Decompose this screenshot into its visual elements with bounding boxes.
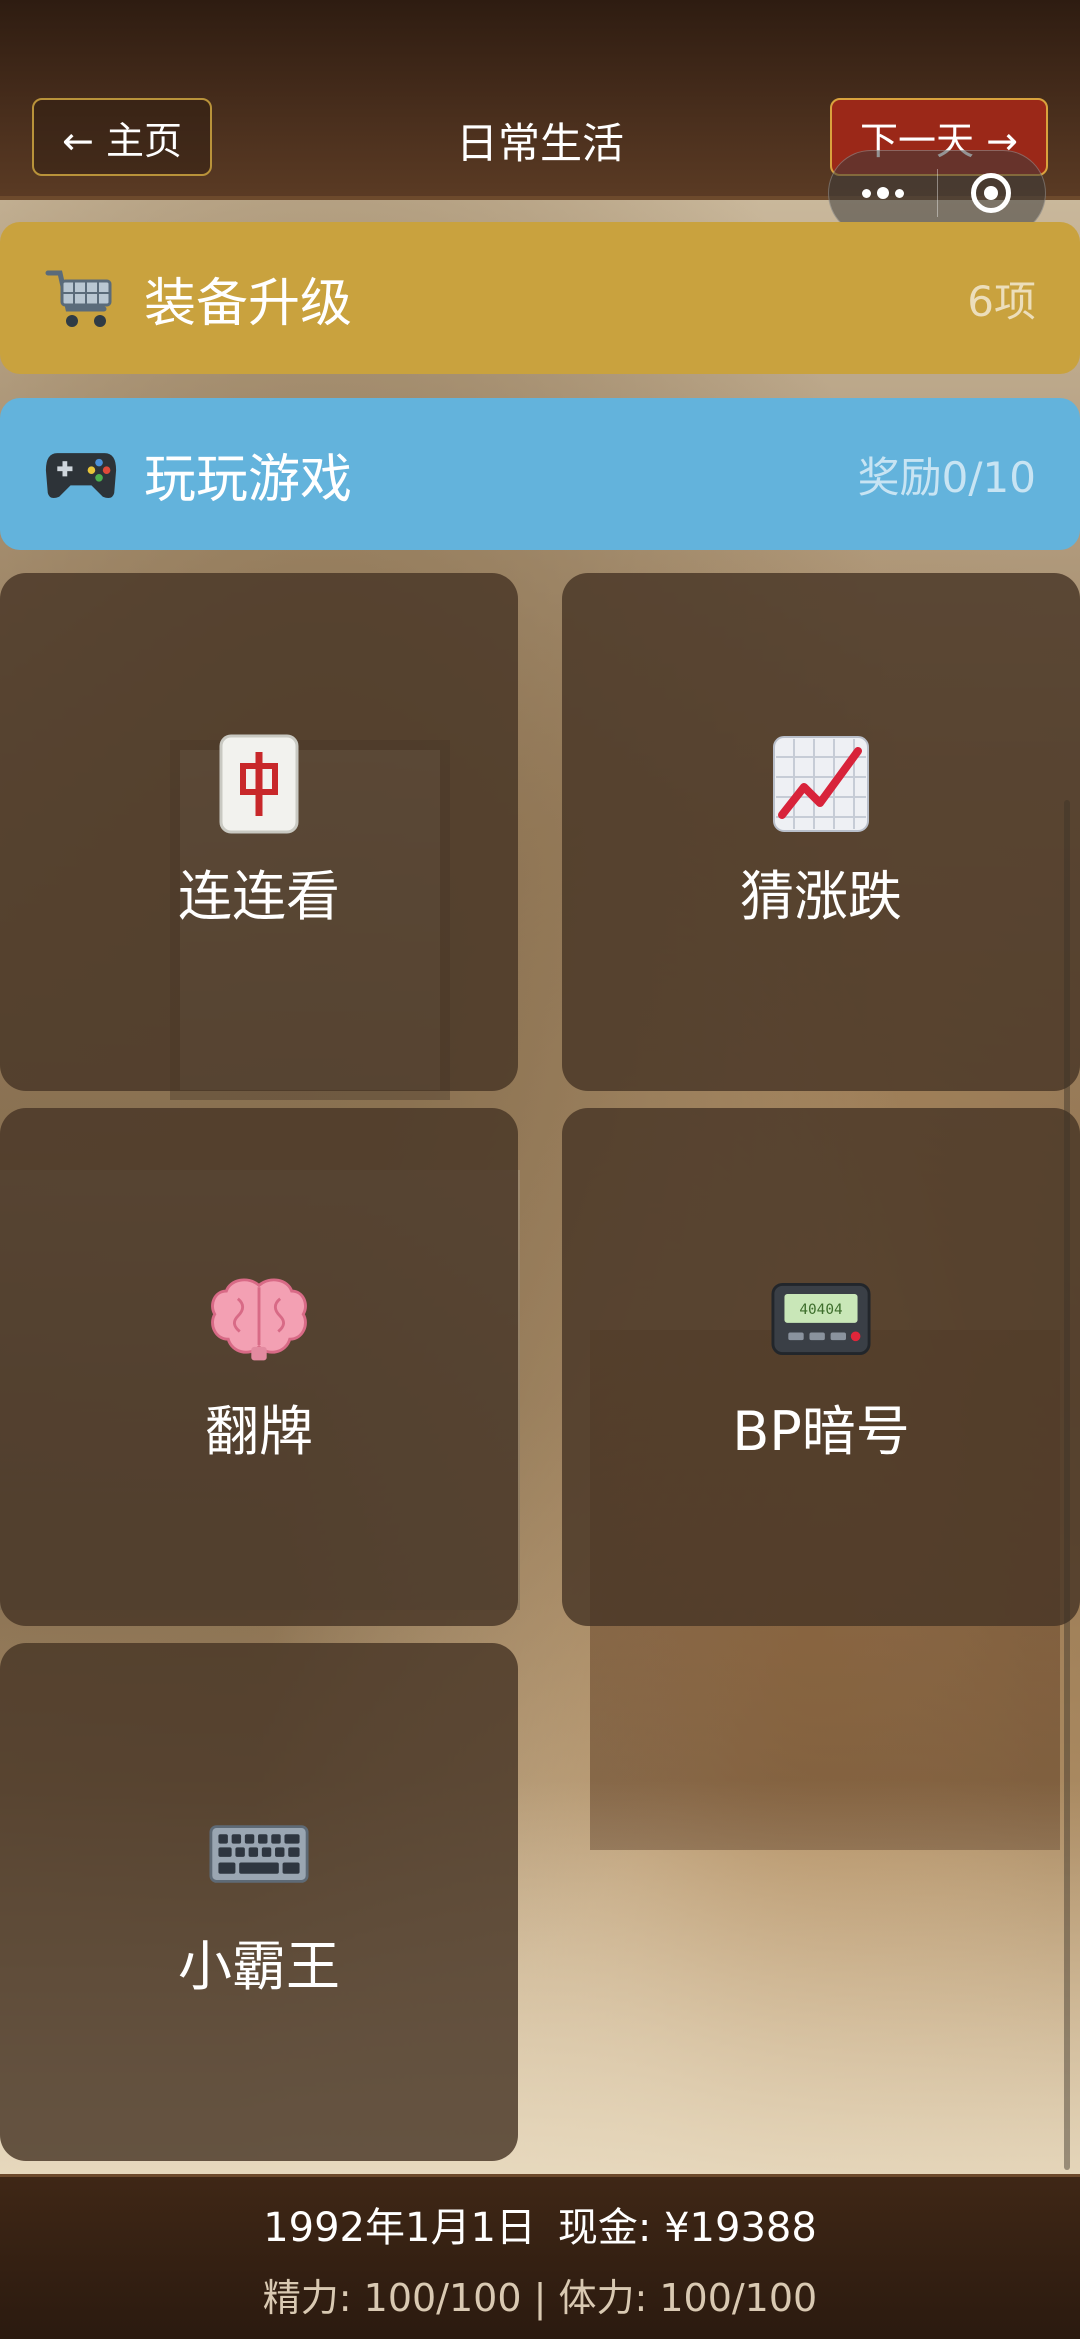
equip-count: 6项 — [967, 276, 1036, 326]
equip-upgrade-banner[interactable]: 装备升级 6项 — [0, 222, 1080, 374]
play-games-label: 玩玩游戏 — [144, 449, 353, 510]
pager-icon: 40404 — [771, 1269, 871, 1369]
current-date: 1992年1月1日 — [263, 2204, 536, 2251]
energy-stamina: 精力: 100/100 | 体力: 100/100 — [262, 2275, 818, 2320]
brain-icon — [209, 1269, 309, 1369]
keyboard-icon — [209, 1804, 309, 1904]
games-reward-progress: 奖励0/10 — [857, 452, 1036, 502]
date-cash-line: 1992年1月1日 现金: ¥19388 — [263, 2195, 817, 2253]
target-icon — [971, 173, 1012, 213]
game-tile-lianliankan[interactable]: 连连看 — [0, 573, 518, 1091]
page-title: 日常生活 — [455, 118, 624, 168]
chart-up-icon — [771, 734, 871, 834]
shopping-cart-icon — [44, 261, 118, 335]
tile-label: 小霸王 — [178, 1934, 340, 1998]
game-tile-bp-code[interactable]: 40404 BP暗号 — [562, 1108, 1080, 1626]
mahjong-tile-icon — [209, 734, 309, 834]
tile-label: 猜涨跌 — [740, 864, 902, 928]
game-tile-flip-cards[interactable]: 翻牌 — [0, 1108, 518, 1626]
gamepad-icon — [44, 437, 118, 511]
game-tile-xiaobawang[interactable]: 小霸王 — [0, 1643, 518, 2161]
tile-label: 翻牌 — [205, 1399, 313, 1463]
cash-amount: 现金: ¥19388 — [557, 2204, 817, 2251]
pager-screen-text: 40404 — [799, 1302, 842, 1318]
equip-upgrade-label: 装备升级 — [144, 273, 353, 334]
game-tile-guess-rise-fall[interactable]: 猜涨跌 — [562, 573, 1080, 1091]
more-dots-icon — [861, 187, 904, 199]
play-games-banner[interactable]: 玩玩游戏 奖励0/10 — [0, 398, 1080, 550]
scrollbar[interactable] — [1064, 800, 1070, 2170]
tile-label: 连连看 — [178, 864, 340, 928]
tile-label: BP暗号 — [732, 1399, 910, 1463]
home-button[interactable]: ← 主页 — [32, 98, 212, 176]
status-bar: 1992年1月1日 现金: ¥19388 精力: 100/100 | 体力: 10… — [0, 2174, 1080, 2339]
